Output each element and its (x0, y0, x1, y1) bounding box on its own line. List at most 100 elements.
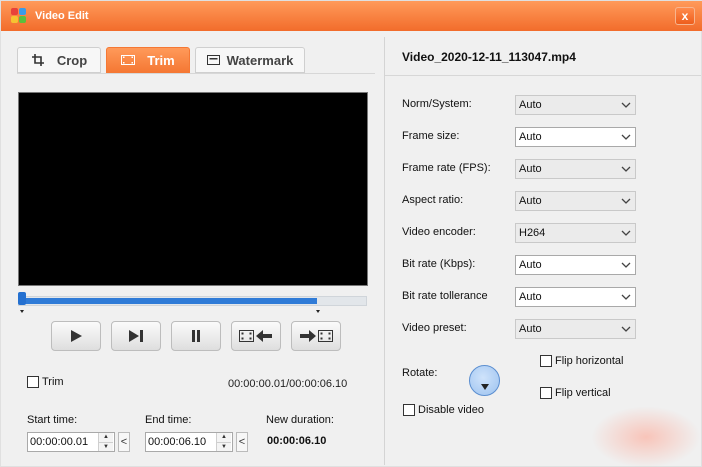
property-value: Auto (519, 323, 542, 335)
property-value: Auto (519, 131, 542, 143)
property-label: Frame rate (FPS): (402, 162, 491, 174)
header-divider (385, 75, 701, 76)
trim-checkbox-label: Trim (42, 376, 64, 388)
set-end-time-button[interactable]: < (236, 432, 248, 452)
title-bar: Video Edit x (1, 1, 702, 31)
set-start-icon (239, 330, 272, 342)
rotate-dial[interactable] (469, 365, 500, 396)
pause-button[interactable] (171, 321, 221, 351)
property-select[interactable]: Auto (515, 319, 636, 339)
tab-trim[interactable]: Trim (106, 47, 190, 73)
chevron-down-icon (621, 162, 631, 179)
start-tick-icon (20, 310, 24, 313)
end-tick-icon (316, 310, 320, 313)
property-value: Auto (519, 99, 542, 111)
next-frame-button[interactable] (111, 321, 161, 351)
property-value: Auto (519, 291, 542, 303)
spin-up-icon[interactable]: ▲ (217, 433, 231, 443)
property-label: Video preset: (402, 322, 467, 334)
property-label: Bit rate tollerance (402, 290, 488, 302)
tab-watermark-label: Watermark (226, 52, 294, 68)
tab-trim-label: Trim (147, 52, 175, 68)
app-logo-icon (11, 8, 27, 24)
video-edit-window: Video Edit x Crop Trim Watermark Trim 00… (0, 0, 702, 467)
chevron-down-icon (621, 194, 631, 211)
tab-crop-label: Crop (56, 52, 88, 68)
spin-down-icon[interactable]: ▼ (217, 442, 231, 451)
chevron-down-icon (621, 258, 631, 275)
property-label: Video encoder: (402, 226, 476, 238)
rotate-pointer-icon (481, 384, 489, 390)
flip-vertical-checkbox[interactable] (540, 387, 552, 399)
play-icon (71, 330, 82, 342)
set-start-time-button[interactable]: < (118, 432, 130, 452)
property-select[interactable]: Auto (515, 191, 636, 211)
pause-icon (192, 330, 200, 342)
file-name: Video_2020-12-11_113047.mp4 (402, 50, 576, 64)
playback-controls (51, 321, 341, 351)
flip-horizontal-row[interactable]: Flip horizontal (540, 355, 623, 367)
timeline-slider[interactable] (18, 296, 367, 306)
start-time-field[interactable]: ▲ ▼ (27, 432, 115, 452)
trim-checkbox[interactable] (27, 376, 39, 388)
film-icon (121, 55, 136, 65)
property-value: Auto (519, 163, 542, 175)
property-select[interactable]: Auto (515, 255, 636, 275)
set-start-button[interactable] (231, 321, 281, 351)
disable-video-checkbox[interactable] (403, 404, 415, 416)
trim-start-handle[interactable] (17, 292, 27, 308)
crop-icon (31, 54, 45, 66)
start-time-input[interactable] (28, 434, 98, 450)
rotate-label: Rotate: (402, 367, 438, 379)
spin-down-icon[interactable]: ▼ (99, 442, 113, 451)
property-label: Frame size: (402, 130, 460, 142)
play-button[interactable] (51, 321, 101, 351)
spin-up-icon[interactable]: ▲ (99, 433, 113, 443)
watermark-icon (207, 55, 221, 65)
property-value: H264 (519, 227, 546, 239)
property-select[interactable]: Auto (515, 95, 636, 115)
start-time-spinner[interactable]: ▲ ▼ (98, 433, 113, 451)
property-select[interactable]: Auto (515, 127, 636, 147)
flip-horizontal-checkbox[interactable] (540, 355, 552, 367)
window-title: Video Edit (35, 10, 89, 22)
end-time-field[interactable]: ▲ ▼ (145, 432, 233, 452)
tab-crop[interactable]: Crop (17, 47, 101, 73)
trim-checkbox-row[interactable]: Trim (27, 376, 64, 388)
edit-tabs: Crop Trim Watermark (17, 47, 305, 73)
flip-horizontal-label: Flip horizontal (555, 355, 624, 367)
chevron-down-icon (621, 290, 631, 307)
tab-watermark[interactable]: Watermark (195, 47, 305, 73)
tab-divider (17, 73, 375, 74)
property-label: Bit rate (Kbps): (402, 258, 476, 270)
property-label: Norm/System: (402, 98, 472, 110)
disable-video-label: Disable video (418, 404, 485, 416)
trim-panel: Crop Trim Watermark Trim 00:00:00.01/00:… (7, 37, 384, 465)
flip-vertical-label: Flip vertical (555, 387, 611, 399)
property-select[interactable]: H264 (515, 223, 636, 243)
next-frame-icon (129, 330, 143, 342)
start-time-label: Start time: (27, 414, 78, 426)
end-time-spinner[interactable]: ▲ ▼ (216, 433, 231, 451)
chevron-down-icon (621, 130, 631, 147)
new-duration-label: New duration: (266, 414, 334, 426)
property-label: Aspect ratio: (402, 194, 464, 206)
video-preview (18, 92, 368, 286)
chevron-down-icon (621, 98, 631, 115)
flip-vertical-row[interactable]: Flip vertical (540, 387, 611, 399)
end-time-input[interactable] (146, 434, 216, 450)
set-end-icon (300, 330, 333, 342)
output-settings-panel: Video_2020-12-11_113047.mp4 Norm/System:… (384, 37, 701, 465)
property-select[interactable]: Auto (515, 287, 636, 307)
property-select[interactable]: Auto (515, 159, 636, 179)
set-end-button[interactable] (291, 321, 341, 351)
current-total-time: 00:00:00.01/00:00:06.10 (228, 378, 348, 390)
end-time-label: End time: (145, 414, 192, 426)
property-value: Auto (519, 195, 542, 207)
chevron-down-icon (621, 226, 631, 243)
close-button[interactable]: x (675, 7, 695, 25)
property-value: Auto (519, 259, 542, 271)
chevron-down-icon (621, 322, 631, 339)
disable-video-row[interactable]: Disable video (403, 404, 484, 416)
new-duration-value: 00:00:06.10 (267, 435, 327, 447)
